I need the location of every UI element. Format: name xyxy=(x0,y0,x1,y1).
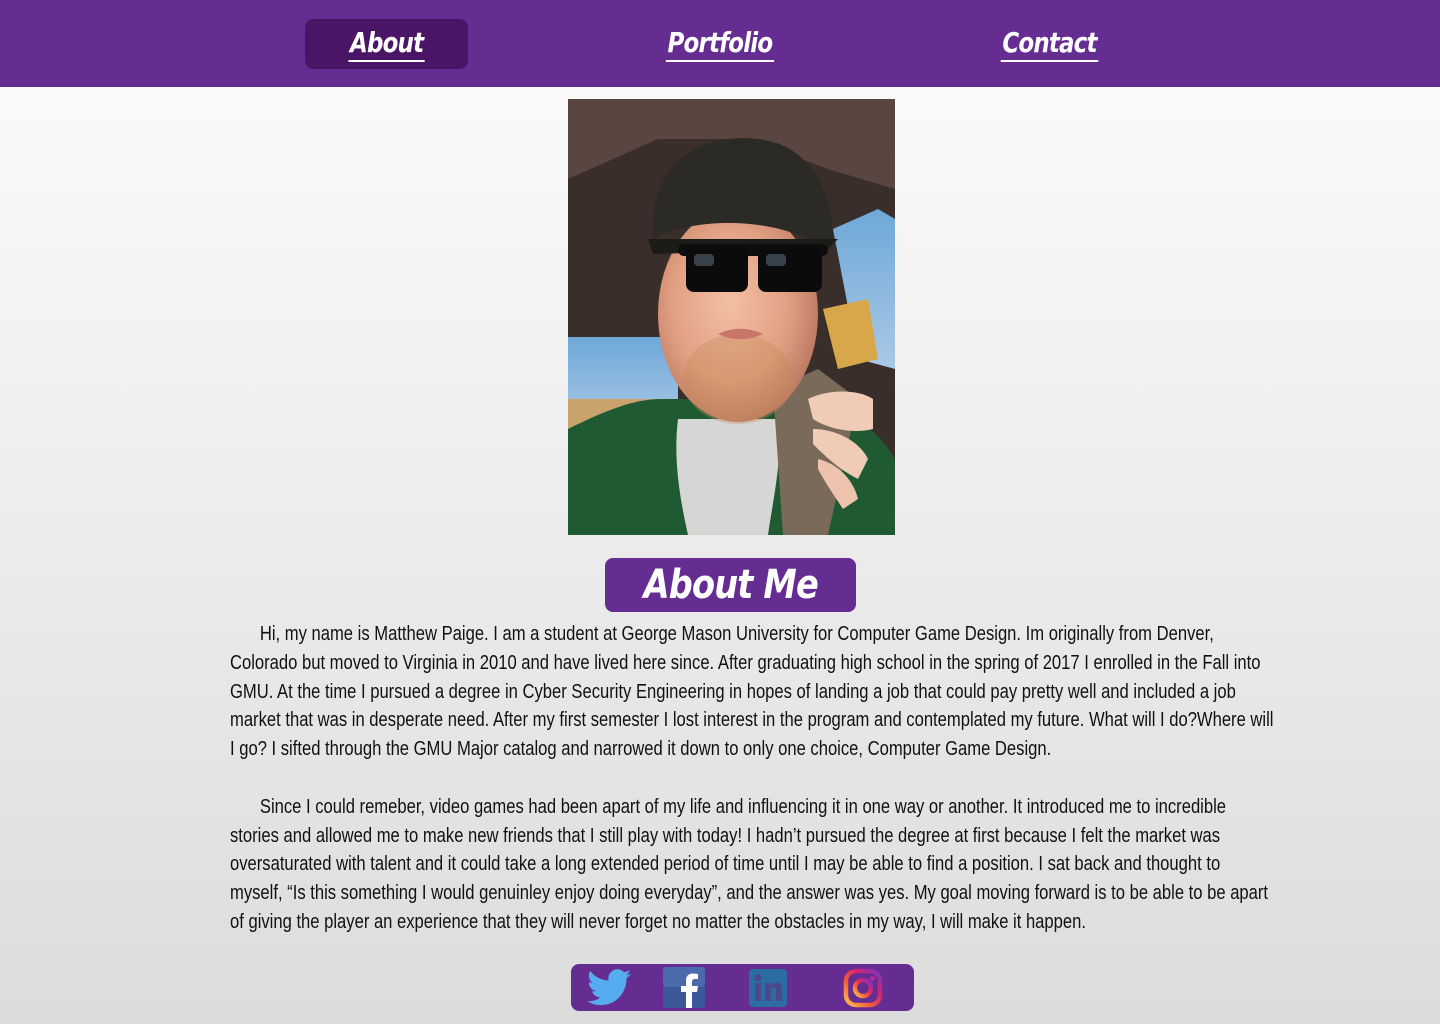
linkedin-icon[interactable] xyxy=(749,969,787,1007)
nav-portfolio-link[interactable]: Portfolio xyxy=(640,19,800,69)
twitter-icon[interactable] xyxy=(587,969,631,1006)
about-me-heading-box: About Me xyxy=(605,558,856,612)
bio-paragraph-1: Hi, my name is Matthew Paige. I am a stu… xyxy=(230,623,1274,761)
top-nav-bar: About Portfolio Contact xyxy=(0,0,1440,87)
bio-section: Hi, my name is Matthew Paige. I am a stu… xyxy=(230,620,1274,937)
facebook-icon[interactable] xyxy=(663,967,705,1008)
nav-contact-label: Contact xyxy=(1000,26,1098,62)
instagram-icon[interactable] xyxy=(843,968,883,1008)
nav-about-label: About xyxy=(348,26,425,62)
about-me-heading: About Me xyxy=(643,562,818,608)
bio-paragraph-2: Since I could remeber, video games had b… xyxy=(230,795,1269,933)
nav-about-link[interactable]: About xyxy=(305,19,468,69)
nav-portfolio-label: Portfolio xyxy=(665,26,775,62)
social-links-bar xyxy=(571,964,914,1011)
nav-contact-link[interactable]: Contact xyxy=(968,19,1130,69)
profile-photo xyxy=(568,99,895,535)
